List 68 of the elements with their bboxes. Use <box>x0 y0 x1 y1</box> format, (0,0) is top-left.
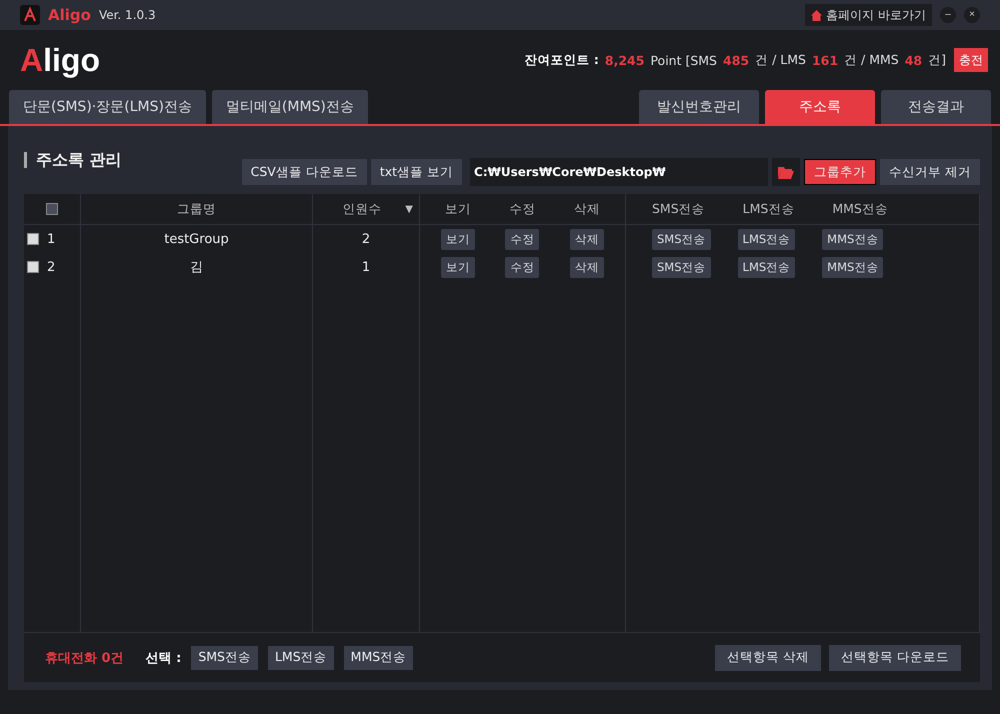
points-text: 건 / LMS <box>755 52 806 68</box>
row-action-button[interactable]: 삭제 <box>570 256 604 278</box>
app-name: Aligo <box>48 6 91 24</box>
charge-button[interactable]: 충전 <box>954 48 988 72</box>
column-header: 그룹명 <box>177 200 216 218</box>
home-icon <box>811 10 822 20</box>
row-action-button[interactable]: 수정 <box>505 256 540 278</box>
column-header: MMS전송 <box>832 200 888 218</box>
points-value: 161 <box>812 52 838 68</box>
logo: Aligo <box>20 42 100 78</box>
column-header: LMS전송 <box>742 200 794 218</box>
selection-action-button[interactable]: 선택항목 다운로드 <box>829 644 961 670</box>
tab[interactable]: 멀티메일(MMS)전송 <box>212 90 368 124</box>
checkbox[interactable] <box>27 233 39 245</box>
minimize-button[interactable]: – <box>940 7 956 23</box>
send-button[interactable]: MMS전송 <box>822 256 884 278</box>
points-text: Point [SMS <box>650 52 717 68</box>
checkbox[interactable] <box>46 203 58 215</box>
column-header: 삭제 <box>574 200 600 218</box>
checkbox[interactable] <box>27 261 39 273</box>
points-value: 485 <box>723 52 750 68</box>
column-header: 수정 <box>509 200 536 218</box>
send-button[interactable]: MMS전송 <box>822 228 884 250</box>
tab[interactable]: 주소록 <box>765 90 875 124</box>
send-button[interactable]: SMS전송 <box>652 228 711 250</box>
table-cell: 2 <box>362 232 370 246</box>
send-button[interactable]: LMS전송 <box>268 646 334 670</box>
tab[interactable]: 단문(SMS)·장문(LMS)전송 <box>9 90 206 124</box>
points-text: 건] <box>928 52 946 68</box>
folder-icon <box>778 166 794 178</box>
path-field[interactable]: C:₩Users₩Core₩Desktop₩ <box>470 158 768 186</box>
send-button[interactable]: SMS전송 <box>652 256 711 278</box>
sort-icon[interactable]: ▼ <box>405 204 413 214</box>
selection-action-button[interactable]: 선택항목 삭제 <box>715 644 822 670</box>
homepage-button[interactable]: 홈페이지 바로가기 <box>805 4 932 26</box>
column-header: 보기 <box>445 200 472 218</box>
add-group-button[interactable]: 그룹추가 <box>804 159 876 185</box>
table-cell: testGroup <box>164 232 229 246</box>
column-header: SMS전송 <box>652 200 705 218</box>
send-button[interactable]: MMS전송 <box>344 646 414 670</box>
column-header: 인원수 <box>342 200 382 218</box>
tab[interactable]: 전송결과 <box>881 90 991 124</box>
remove-reject-button[interactable]: 수신거부 제거 <box>880 159 980 185</box>
select-label: 선택 : <box>146 650 182 666</box>
phone-count: 휴대전화 0건 <box>45 650 124 666</box>
row-number: 2 <box>47 260 56 274</box>
app-logo-icon <box>20 5 40 25</box>
table-cell: 1 <box>362 260 370 274</box>
txt-sample-button[interactable]: txt샘플 보기 <box>370 159 462 185</box>
section-title: 주소록 관리 <box>24 152 122 168</box>
points-value: 8,245 <box>604 52 644 68</box>
close-button[interactable]: × <box>964 7 980 23</box>
row-number: 1 <box>47 232 56 246</box>
csv-sample-button[interactable]: CSV샘플 다운로드 <box>242 159 367 185</box>
version-label: Ver. 1.0.3 <box>98 8 156 22</box>
points-value: 48 <box>904 52 922 68</box>
points-text: 건 / MMS <box>844 52 899 68</box>
row-action-button[interactable]: 보기 <box>441 228 476 250</box>
folder-button[interactable] <box>772 158 800 186</box>
send-button[interactable]: LMS전송 <box>738 256 796 278</box>
points-label: 잔여포인트 : <box>524 52 599 68</box>
send-button[interactable]: SMS전송 <box>191 646 258 670</box>
tab[interactable]: 발신번호관리 <box>639 90 759 124</box>
row-action-button[interactable]: 보기 <box>441 256 476 278</box>
row-action-button[interactable]: 수정 <box>505 228 540 250</box>
table-cell-text: 김 <box>190 259 203 276</box>
send-button[interactable]: LMS전송 <box>738 228 796 250</box>
row-action-button[interactable]: 삭제 <box>570 228 604 250</box>
